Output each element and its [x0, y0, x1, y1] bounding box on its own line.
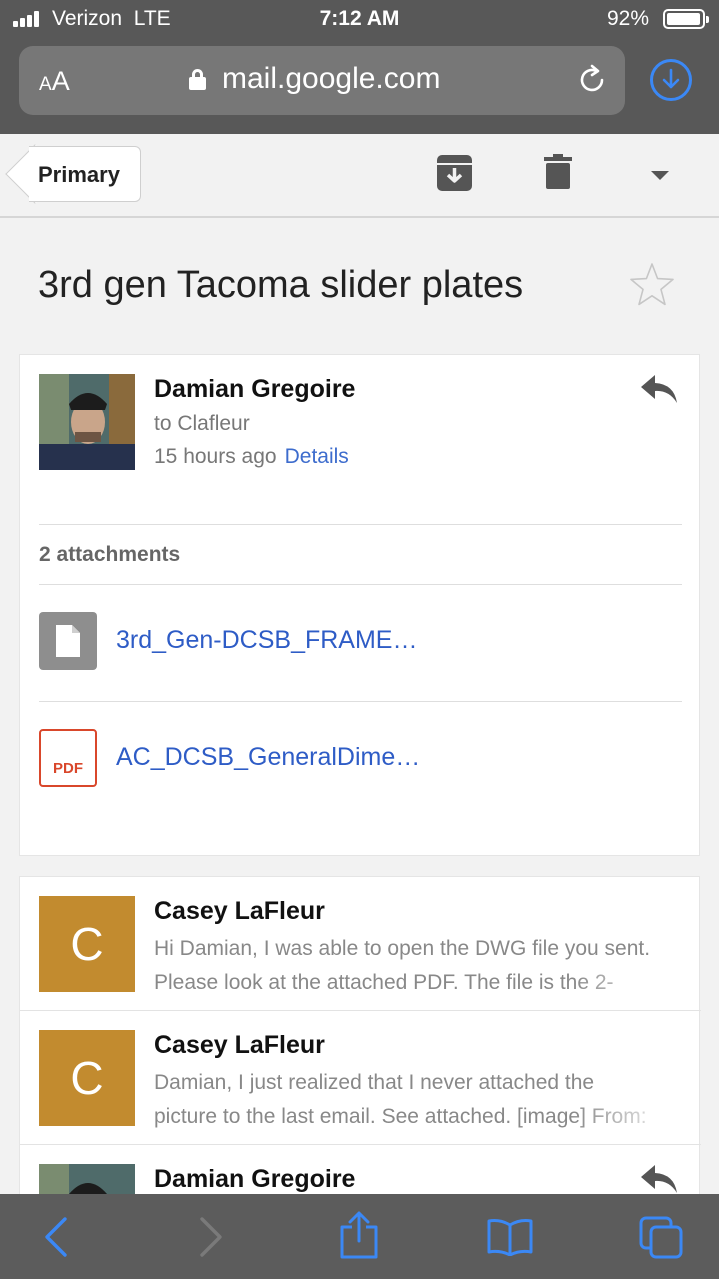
primary-back-button[interactable]: Primary	[29, 146, 141, 202]
reply-icon[interactable]	[641, 1165, 677, 1193]
message-card: Damian Gregoire to Clafleur 15 hours ago…	[19, 354, 700, 856]
thread-sender: Damian Gregoire	[154, 1165, 356, 1193]
forward-icon[interactable]	[198, 1216, 224, 1258]
avatar: C	[39, 896, 135, 992]
thread-list: C Casey LaFleur Hi Damian, I was able to…	[19, 876, 701, 1260]
star-icon[interactable]	[629, 262, 675, 306]
email-subject: 3rd gen Tacoma slider plates	[38, 264, 524, 306]
trash-icon[interactable]	[544, 154, 572, 190]
gmail-toolbar: Primary	[0, 134, 719, 218]
archive-icon[interactable]	[436, 154, 473, 192]
attachment-name[interactable]: AC_DCSB_GeneralDime…	[116, 743, 420, 772]
reload-icon[interactable]	[576, 64, 608, 96]
message-time-row: 15 hours ago Details	[154, 445, 349, 469]
thread-sender: Casey LaFleur	[154, 1031, 325, 1059]
attachment-item[interactable]: PDF AC_DCSB_GeneralDime…	[39, 701, 682, 801]
browser-top-bar: Verizon LTE 7:12 AM 92% AA mail.google.c…	[0, 0, 719, 134]
url-text[interactable]: mail.google.com	[222, 62, 440, 96]
sender-avatar	[39, 374, 135, 470]
back-to-primary[interactable]: Primary	[0, 134, 160, 218]
share-icon[interactable]	[339, 1211, 379, 1259]
reply-icon[interactable]	[641, 375, 677, 403]
pdf-badge: PDF	[53, 760, 83, 777]
address-bar[interactable]: AA mail.google.com	[19, 46, 625, 115]
avatar: C	[39, 1030, 135, 1126]
download-icon[interactable]	[650, 59, 692, 101]
message-time: 15 hours ago	[154, 445, 277, 468]
text-size-button[interactable]: AA	[39, 66, 70, 97]
bookmarks-icon[interactable]	[486, 1218, 534, 1256]
battery-percentage: 92%	[607, 7, 650, 30]
status-bar: Verizon LTE 7:12 AM 92%	[0, 0, 719, 40]
thread-sender: Casey LaFleur	[154, 897, 325, 925]
attachment-item[interactable]: 3rd_Gen-DCSB_FRAME…	[39, 584, 682, 684]
tabs-icon[interactable]	[638, 1215, 684, 1259]
thread-message[interactable]: C Casey LaFleur Hi Damian, I was able to…	[20, 877, 701, 1011]
attachments-count: 2 attachments	[39, 543, 181, 566]
thread-snippet: Damian, I just realized that I never att…	[154, 1066, 682, 1134]
details-link[interactable]: Details	[285, 445, 349, 468]
browser-bottom-bar	[0, 1194, 719, 1279]
attachment-name[interactable]: 3rd_Gen-DCSB_FRAME…	[116, 626, 417, 655]
pdf-icon: PDF	[39, 729, 97, 787]
back-icon[interactable]	[43, 1216, 69, 1258]
thread-message[interactable]: C Casey LaFleur Damian, I just realized …	[20, 1011, 701, 1145]
thread-snippet: Hi Damian, I was able to open the DWG fi…	[154, 932, 682, 1000]
file-icon	[39, 612, 97, 670]
more-dropdown-icon[interactable]	[651, 171, 669, 180]
divider	[39, 524, 682, 525]
battery-icon	[663, 9, 709, 29]
sender-name: Damian Gregoire	[154, 375, 356, 403]
recipient-label: to Clafleur	[154, 412, 250, 435]
lock-icon	[189, 69, 206, 90]
